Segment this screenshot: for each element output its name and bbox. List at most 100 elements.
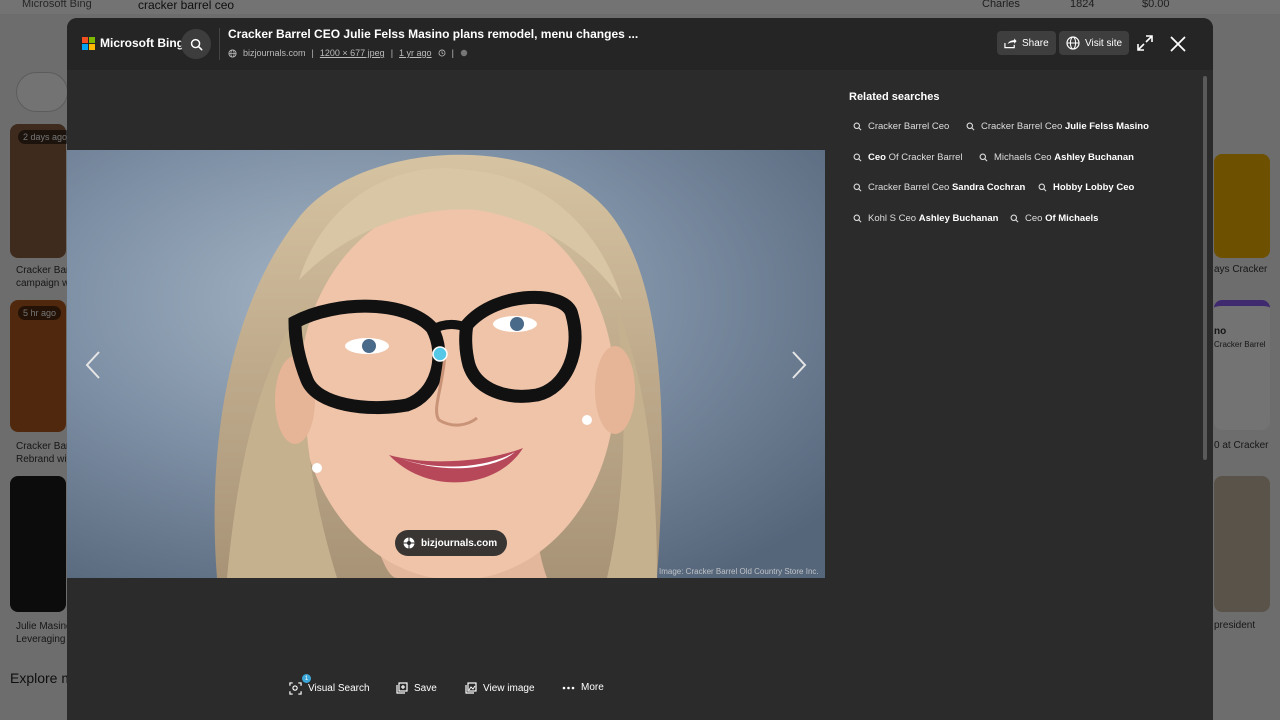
search-icon [979,153,988,161]
background-time-badge: 2 days ago [18,130,73,144]
background-result-card[interactable] [10,124,66,258]
close-icon [1170,36,1186,52]
related-search-chip[interactable]: Ceo Of Cracker Barrel [853,147,963,167]
view-image-icon [465,682,477,694]
share-button[interactable]: Share [997,31,1056,55]
search-icon [853,183,862,191]
related-search-text: Cracker Barrel Ceo [868,120,950,132]
background-chip[interactable] [16,72,68,112]
related-search-text: Ceo [1025,212,1046,224]
background-caption[interactable]: Cracker Barr Rebrand wit [16,440,73,466]
related-search-bold: Ashley Buchanan [918,212,999,224]
expand-icon [1137,35,1153,51]
search-button[interactable] [181,29,211,59]
search-icon [1010,214,1019,222]
bing-logo-text: Microsoft Bing [100,36,184,50]
save-icon [396,682,408,694]
share-icon [1004,38,1017,49]
save-label: Save [414,682,437,694]
background-side-caption[interactable]: president [1214,620,1255,631]
view-image-button[interactable]: View image [465,682,535,694]
image-title[interactable]: Cracker Barrel CEO Julie Felss Masino pl… [228,27,638,41]
visual-search-label: Visual Search [308,683,370,694]
related-search-bold: Of Michaels [1045,212,1099,224]
background-result-card[interactable] [1214,476,1270,612]
image-source-pill[interactable]: bizjournals.com [395,530,508,556]
background-cash[interactable]: $0.00 [1142,0,1170,10]
previous-image-button[interactable] [80,348,106,382]
site-favicon-icon [403,537,415,549]
history-icon [438,49,446,57]
related-search-bold: Sandra Cochran [951,181,1026,193]
background-result-card[interactable] [1214,300,1270,430]
visual-search-button[interactable]: Visual Search [289,682,370,695]
share-label: Share [1022,37,1049,49]
background-caption[interactable]: Cracker Barr campaign w [16,264,73,290]
meta-age[interactable]: 1 yr ago [399,48,432,58]
background-result-card[interactable] [10,476,66,612]
more-icon [562,686,575,689]
bing-logo[interactable]: Microsoft Bing [82,36,184,50]
related-search-bold: Hobby Lobby Ceo [1053,181,1135,193]
search-icon [853,214,862,222]
related-searches-heading: Related searches [849,91,940,103]
related-search-text: Cracker Barrel Ceo [868,181,952,193]
search-icon [1038,183,1047,191]
related-search-chip[interactable]: Ceo Of Michaels [1010,208,1098,228]
background-side-caption[interactable]: 0 at Cracker [1214,440,1268,451]
portrait-image [67,150,825,578]
more-button[interactable]: More [562,682,604,693]
related-search-text: Michaels Ceo [994,151,1055,163]
image-source-label: bizjournals.com [421,537,498,549]
background-user-name[interactable]: Charles [982,0,1020,10]
meta-dimensions[interactable]: 1200 × 677 jpeg [320,48,385,58]
info-icon[interactable] [460,49,468,57]
visual-search-icon [289,682,302,695]
microsoft-logo-icon [82,36,95,50]
background-points[interactable]: 1824 [1070,0,1094,10]
background-explore-heading: Explore m [10,670,74,686]
visit-site-label: Visit site [1085,37,1123,49]
scrollbar-thumb[interactable] [1203,76,1207,460]
related-search-chip[interactable]: Cracker Barrel Ceo Julie Felss Masino [966,116,1149,136]
view-image-label: View image [483,682,535,694]
header-divider [219,28,220,60]
meta-separator: | [311,48,314,58]
meta-separator: | [451,48,454,58]
search-icon [966,122,975,130]
background-search-query[interactable]: cracker barrel ceo [138,0,234,12]
background-side-caption[interactable]: Cracker Barrel [1214,340,1266,349]
related-search-chip[interactable]: Cracker Barrel Ceo Sandra Cochran [853,177,1025,197]
next-image-button[interactable] [786,348,812,382]
related-search-chip[interactable]: Cracker Barrel Ceo [853,116,949,136]
save-button[interactable]: Save [396,682,437,694]
more-label: More [581,682,604,693]
related-search-chip[interactable]: Hobby Lobby Ceo [1038,177,1134,197]
close-button[interactable] [1167,33,1189,55]
related-search-chip[interactable]: Michaels Ceo Ashley Buchanan [979,147,1134,167]
background-logo-card[interactable] [1214,154,1270,258]
search-icon [190,38,202,50]
related-search-text: Of Cracker Barrel [888,151,963,163]
viewer-header: Microsoft Bing Cracker Barrel CEO Julie … [67,18,1213,70]
background-caption[interactable]: Julie Masino Leveraging [16,620,72,646]
related-search-chip[interactable]: Kohl S Ceo Ashley Buchanan [853,208,998,228]
related-search-bold: Julie Felss Masino [1064,120,1149,132]
meta-separator: | [390,48,394,58]
search-icon [853,153,862,161]
background-side-caption[interactable]: no [1214,326,1226,337]
main-image[interactable] [67,150,825,578]
globe-icon [1066,36,1080,50]
expand-button[interactable] [1135,33,1155,53]
related-search-text: Kohl S Ceo [868,212,919,224]
background-side-caption[interactable]: ays Cracker [1214,264,1267,275]
related-search-bold: Ashley Buchanan [1054,151,1134,163]
visit-site-button[interactable]: Visit site [1059,31,1130,55]
meta-source[interactable]: bizjournals.com [243,48,306,58]
visual-search-badge: 1 [302,674,311,683]
search-icon [853,122,862,130]
background-time-badge: 5 hr ago [18,306,62,320]
related-search-text: Cracker Barrel Ceo [981,120,1065,132]
image-meta: bizjournals.com | 1200 × 677 jpeg | 1 yr… [228,48,468,58]
globe-icon [228,48,237,58]
